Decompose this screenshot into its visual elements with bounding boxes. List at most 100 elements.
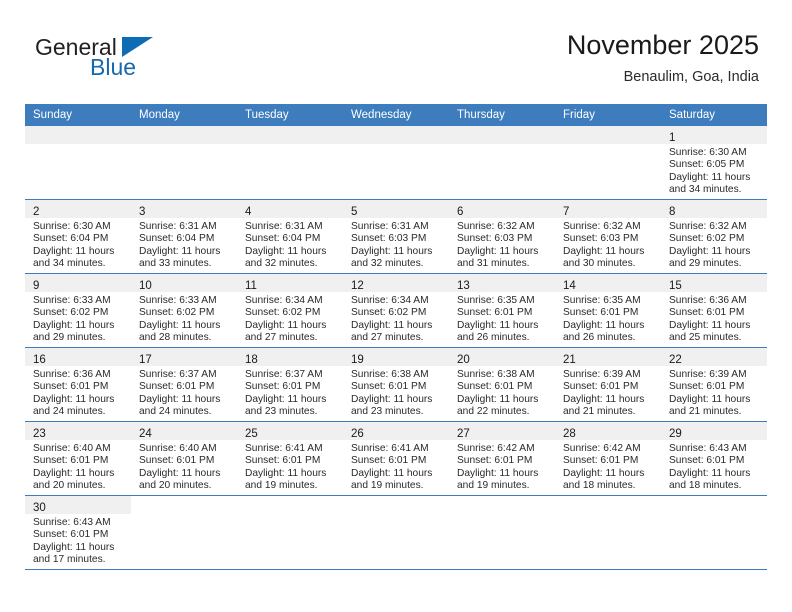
day-detail-daylight-line-2: and 33 minutes.	[139, 258, 212, 270]
calendar-day-cell[interactable]: 13 Sunrise: 6:35 AM Sunset: 6:01 PM Dayligh…	[449, 273, 555, 348]
day-cell-inner: 30 Sunrise: 6:43 AM Sunset: 6:01 PM Dayligh…	[25, 496, 131, 569]
calendar-day-cell[interactable]: 10 Sunrise: 6:33 AM Sunset: 6:02 PM Dayligh…	[131, 273, 237, 348]
calendar-day-cell[interactable]: 8 Sunrise: 6:32 AM Sunset: 6:02 PM Daylight…	[661, 199, 767, 274]
calendar-day-cell[interactable]: 12 Sunrise: 6:34 AM Sunset: 6:02 PM Dayligh…	[343, 273, 449, 348]
day-number: 9	[33, 280, 40, 292]
day-detail-daylight-line-1: Daylight: 11 hours	[669, 467, 751, 479]
day-cell-inner	[25, 126, 131, 199]
day-details: Sunrise: 6:41 AM Sunset: 6:01 PM Daylight:…	[237, 440, 343, 493]
day-number: 30	[33, 502, 46, 514]
day-detail-sunrise: Sunrise: 6:39 AM	[563, 369, 641, 380]
day-detail-daylight-line-2: and 17 minutes.	[33, 554, 106, 566]
calendar-week-row: 1 Sunrise: 6:30 AM Sunset: 6:05 PM Daylight…	[25, 126, 767, 200]
day-detail-daylight-line-1: Daylight: 11 hours	[33, 393, 115, 405]
calendar-day-cell[interactable]: 9 Sunrise: 6:33 AM Sunset: 6:02 PM Daylight…	[25, 273, 131, 348]
day-number-bar: 9	[25, 274, 131, 292]
day-detail-sunrise: Sunrise: 6:30 AM	[669, 147, 747, 158]
day-detail-sunset: Sunset: 6:01 PM	[669, 307, 745, 319]
calendar-day-cell[interactable]: 18 Sunrise: 6:37 AM Sunset: 6:01 PM Dayligh…	[237, 347, 343, 422]
calendar-day-cell[interactable]: 5 Sunrise: 6:31 AM Sunset: 6:03 PM Daylight…	[343, 199, 449, 274]
calendar-day-cell[interactable]: 6 Sunrise: 6:32 AM Sunset: 6:03 PM Daylight…	[449, 199, 555, 274]
calendar-day-cell[interactable]: 22 Sunrise: 6:39 AM Sunset: 6:01 PM Dayligh…	[661, 347, 767, 422]
calendar-day-cell[interactable]: 27 Sunrise: 6:42 AM Sunset: 6:01 PM Dayligh…	[449, 421, 555, 496]
day-detail-daylight-line-2: and 27 minutes.	[245, 332, 318, 344]
day-number-bar	[449, 126, 555, 144]
calendar-day-cell[interactable]: 29 Sunrise: 6:43 AM Sunset: 6:01 PM Dayligh…	[661, 421, 767, 496]
day-detail-daylight-line-1: Daylight: 11 hours	[139, 245, 221, 257]
day-cell-inner: 16 Sunrise: 6:36 AM Sunset: 6:01 PM Dayligh…	[25, 348, 131, 421]
day-cell-inner: 14 Sunrise: 6:35 AM Sunset: 6:01 PM Dayligh…	[555, 274, 661, 347]
day-detail-sunrise: Sunrise: 6:36 AM	[669, 295, 747, 306]
calendar-day-cell[interactable]: 25 Sunrise: 6:41 AM Sunset: 6:01 PM Dayligh…	[237, 421, 343, 496]
day-detail-daylight-line-2: and 19 minutes.	[457, 480, 530, 492]
day-detail-daylight-line-2: and 18 minutes.	[669, 480, 742, 492]
calendar-day-cell[interactable]: 15 Sunrise: 6:36 AM Sunset: 6:01 PM Dayligh…	[661, 273, 767, 348]
calendar-day-cell[interactable]: 16 Sunrise: 6:36 AM Sunset: 6:01 PM Dayligh…	[25, 347, 131, 422]
day-detail-daylight-line-1: Daylight: 11 hours	[563, 467, 645, 479]
day-detail-sunrise: Sunrise: 6:38 AM	[457, 369, 535, 380]
day-detail-daylight-line-1: Daylight: 11 hours	[669, 319, 751, 331]
day-detail-daylight-line-2: and 20 minutes.	[139, 480, 212, 492]
calendar-day-cell[interactable]: 2 Sunrise: 6:30 AM Sunset: 6:04 PM Daylight…	[25, 199, 131, 274]
day-detail-sunset: Sunset: 6:01 PM	[245, 381, 321, 393]
day-details: Sunrise: 6:30 AM Sunset: 6:04 PM Daylight:…	[25, 218, 131, 271]
day-detail-sunset: Sunset: 6:01 PM	[457, 307, 533, 319]
day-number-bar: 27	[449, 422, 555, 440]
day-number-bar: 1	[661, 126, 767, 144]
calendar-day-cell[interactable]: 26 Sunrise: 6:41 AM Sunset: 6:01 PM Dayligh…	[343, 421, 449, 496]
calendar-day-cell[interactable]: 17 Sunrise: 6:37 AM Sunset: 6:01 PM Dayligh…	[131, 347, 237, 422]
day-cell-inner	[237, 126, 343, 199]
day-detail-sunrise: Sunrise: 6:34 AM	[245, 295, 323, 306]
calendar-day-cell[interactable]: 11 Sunrise: 6:34 AM Sunset: 6:02 PM Dayligh…	[237, 273, 343, 348]
calendar-day-cell[interactable]: 7 Sunrise: 6:32 AM Sunset: 6:03 PM Daylight…	[555, 199, 661, 274]
calendar-day-cell[interactable]: 24 Sunrise: 6:40 AM Sunset: 6:01 PM Dayligh…	[131, 421, 237, 496]
calendar-empty-cell	[237, 495, 343, 570]
calendar-day-cell[interactable]: 14 Sunrise: 6:35 AM Sunset: 6:01 PM Dayligh…	[555, 273, 661, 348]
calendar-day-cell[interactable]: 20 Sunrise: 6:38 AM Sunset: 6:01 PM Dayligh…	[449, 347, 555, 422]
day-detail-daylight-line-2: and 20 minutes.	[33, 480, 106, 492]
day-detail-sunset: Sunset: 6:05 PM	[669, 159, 745, 171]
day-detail-daylight-line-2: and 19 minutes.	[245, 480, 318, 492]
day-number-bar	[343, 126, 449, 144]
calendar-day-cell[interactable]: 21 Sunrise: 6:39 AM Sunset: 6:01 PM Dayligh…	[555, 347, 661, 422]
calendar-day-cell[interactable]: 23 Sunrise: 6:40 AM Sunset: 6:01 PM Dayligh…	[25, 421, 131, 496]
day-detail-sunrise: Sunrise: 6:40 AM	[139, 443, 217, 454]
day-cell-inner	[343, 496, 449, 569]
day-cell-inner	[131, 496, 237, 569]
calendar-day-cell[interactable]: 3 Sunrise: 6:31 AM Sunset: 6:04 PM Daylight…	[131, 199, 237, 274]
day-details: Sunrise: 6:32 AM Sunset: 6:03 PM Daylight:…	[449, 218, 555, 271]
day-detail-sunrise: Sunrise: 6:43 AM	[669, 443, 747, 454]
calendar-day-cell[interactable]: 28 Sunrise: 6:42 AM Sunset: 6:01 PM Dayligh…	[555, 421, 661, 496]
day-detail-sunset: Sunset: 6:04 PM	[245, 233, 321, 245]
calendar-day-cell[interactable]: 1 Sunrise: 6:30 AM Sunset: 6:05 PM Daylight…	[661, 126, 767, 200]
day-detail-sunset: Sunset: 6:03 PM	[563, 233, 639, 245]
day-detail-sunrise: Sunrise: 6:36 AM	[33, 369, 111, 380]
calendar-day-cell[interactable]: 30 Sunrise: 6:43 AM Sunset: 6:01 PM Dayligh…	[25, 495, 131, 570]
calendar-grid: Sunday Monday Tuesday Wednesday Thursday…	[25, 104, 767, 570]
day-details: Sunrise: 6:39 AM Sunset: 6:01 PM Daylight:…	[661, 366, 767, 419]
day-detail-sunset: Sunset: 6:01 PM	[669, 455, 745, 467]
day-cell-inner: 20 Sunrise: 6:38 AM Sunset: 6:01 PM Dayligh…	[449, 348, 555, 421]
day-cell-inner	[661, 496, 767, 569]
calendar-day-cell[interactable]: 4 Sunrise: 6:31 AM Sunset: 6:04 PM Daylight…	[237, 199, 343, 274]
day-number: 26	[351, 428, 364, 440]
day-number-bar: 23	[25, 422, 131, 440]
day-detail-daylight-line-1: Daylight: 11 hours	[245, 319, 327, 331]
weekday-header-friday: Friday	[555, 104, 661, 126]
day-detail-daylight-line-2: and 30 minutes.	[563, 258, 636, 270]
day-detail-sunrise: Sunrise: 6:31 AM	[245, 221, 323, 232]
day-number: 2	[33, 206, 40, 218]
weekday-header-monday: Monday	[131, 104, 237, 126]
calendar-day-cell[interactable]: 19 Sunrise: 6:38 AM Sunset: 6:01 PM Dayligh…	[343, 347, 449, 422]
day-detail-sunset: Sunset: 6:01 PM	[563, 381, 639, 393]
day-number: 22	[669, 354, 682, 366]
day-cell-inner: 11 Sunrise: 6:34 AM Sunset: 6:02 PM Dayligh…	[237, 274, 343, 347]
brand-logo[interactable]: General Blue	[33, 34, 263, 94]
day-number: 17	[139, 354, 152, 366]
calendar-week-row: 16 Sunrise: 6:36 AM Sunset: 6:01 PM Dayligh…	[25, 347, 767, 422]
day-cell-inner: 15 Sunrise: 6:36 AM Sunset: 6:01 PM Dayligh…	[661, 274, 767, 347]
day-cell-inner: 25 Sunrise: 6:41 AM Sunset: 6:01 PM Dayligh…	[237, 422, 343, 495]
day-detail-sunset: Sunset: 6:01 PM	[563, 307, 639, 319]
day-detail-sunrise: Sunrise: 6:37 AM	[139, 369, 217, 380]
day-cell-inner: 9 Sunrise: 6:33 AM Sunset: 6:02 PM Daylight…	[25, 274, 131, 347]
